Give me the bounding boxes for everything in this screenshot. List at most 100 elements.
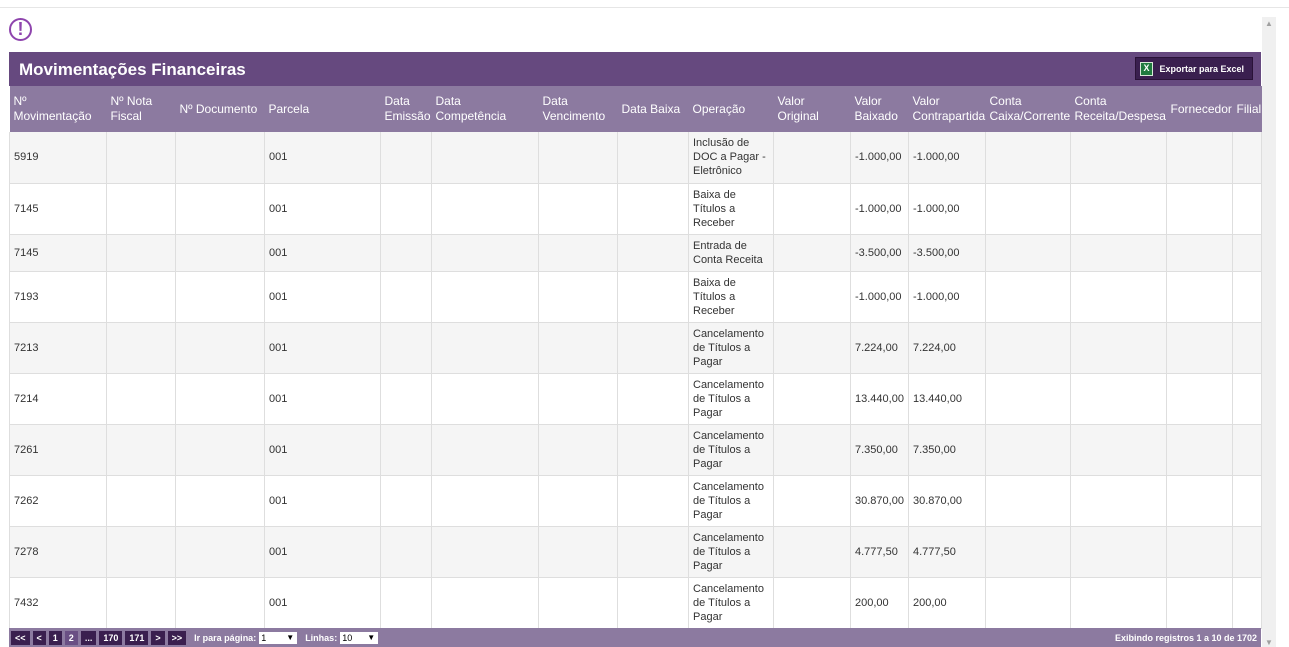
movements-table: Nº Movimentação Nº Nota Fiscal Nº Docume…	[9, 86, 1262, 629]
prev-page-button[interactable]: <	[32, 630, 46, 645]
cell-data-competencia	[431, 322, 539, 374]
next-page-button[interactable]: >	[151, 630, 165, 645]
cell-valor-original	[773, 475, 851, 527]
cell-filial	[1232, 475, 1262, 527]
cell-data-emissao	[380, 577, 432, 629]
table-header-row: Nº Movimentação Nº Nota Fiscal Nº Docume…	[9, 86, 1262, 132]
cell-conta-receita	[1070, 234, 1167, 272]
table-row[interactable]: 7261 001 Cancelamento de Títulos a Pagar 7.…	[9, 424, 1262, 476]
table-row[interactable]: 7262 001 Cancelamento de Títulos a Pagar 30…	[9, 475, 1262, 527]
export-excel-button[interactable]: Exportar para Excel	[1135, 57, 1253, 80]
cell-conta-caixa	[985, 234, 1071, 272]
table-row[interactable]: 7432 001 Cancelamento de Títulos a Pagar 20…	[9, 577, 1262, 629]
cell-valor-baixado: 4.777,50	[850, 526, 909, 578]
column-header[interactable]: Valor Original	[773, 86, 851, 132]
records-info: Exibindo registros 1 a 10 de 1702	[1114, 632, 1257, 643]
cell-filial	[1232, 526, 1262, 578]
cell-parcela: 001	[264, 577, 381, 629]
table-row[interactable]: 5919 001 Inclusão de DOC a Pagar - Eletrôn…	[9, 132, 1262, 184]
column-header[interactable]: Data Vencimento	[538, 86, 618, 132]
vertical-scrollbar[interactable]: ▲ ▼	[1262, 17, 1276, 647]
table-row[interactable]: 7213 001 Cancelamento de Títulos a Pagar 7.…	[9, 322, 1262, 374]
chevron-down-icon: ▼	[286, 632, 295, 642]
cell-fornecedor	[1166, 183, 1233, 235]
cell-data-vencimento	[538, 526, 618, 578]
cell-data-competencia	[431, 373, 539, 425]
cell-fornecedor	[1166, 424, 1233, 476]
cell-data-vencimento	[538, 183, 618, 235]
cell-documento	[175, 271, 265, 323]
column-header[interactable]: Valor Contrapartida	[908, 86, 986, 132]
cell-documento	[175, 577, 265, 629]
goto-page-select[interactable]: 1 ▼	[259, 631, 298, 644]
column-header[interactable]: Nº Documento	[175, 86, 265, 132]
top-divider	[0, 7, 1289, 8]
cell-documento	[175, 373, 265, 425]
cell-valor-original	[773, 322, 851, 374]
table-row[interactable]: 7278 001 Cancelamento de Títulos a Pagar 4.…	[9, 526, 1262, 578]
cell-operacao: Cancelamento de Títulos a Pagar	[688, 322, 774, 374]
page-2-button[interactable]: 2	[64, 630, 78, 645]
cell-operacao: Baixa de Títulos a Receber	[688, 183, 774, 235]
column-header[interactable]: Data Competência	[431, 86, 539, 132]
chevron-down-icon: ▼	[367, 632, 376, 642]
cell-conta-receita	[1070, 577, 1167, 629]
cell-filial	[1232, 424, 1262, 476]
table-row[interactable]: 7145 001 Entrada de Conta Receita -3.500,00…	[9, 234, 1262, 272]
lines-select[interactable]: 10 ▼	[340, 631, 379, 644]
cell-operacao: Baixa de Títulos a Receber	[688, 271, 774, 323]
column-header[interactable]: Data Emissão	[380, 86, 432, 132]
cell-parcela: 001	[264, 234, 381, 272]
cell-fornecedor	[1166, 373, 1233, 425]
scroll-up-icon[interactable]: ▲	[1265, 19, 1273, 28]
cell-fornecedor	[1166, 234, 1233, 272]
cell-fornecedor	[1166, 526, 1233, 578]
column-header[interactable]: Nº Movimentação	[9, 86, 107, 132]
column-header[interactable]: Operação	[688, 86, 774, 132]
cell-valor-original	[773, 183, 851, 235]
cell-valor-original	[773, 234, 851, 272]
cell-filial	[1232, 234, 1262, 272]
column-header[interactable]: Data Baixa	[617, 86, 689, 132]
cell-valor-baixado: 7.224,00	[850, 322, 909, 374]
scroll-down-icon[interactable]: ▼	[1265, 638, 1273, 647]
cell-nota-fiscal	[106, 132, 176, 184]
table-row[interactable]: 7145 001 Baixa de Títulos a Receber -1.000,…	[9, 183, 1262, 235]
page-170-button[interactable]: 170	[99, 630, 123, 645]
cell-conta-caixa	[985, 271, 1071, 323]
cell-filial	[1232, 322, 1262, 374]
table-row[interactable]: 7214 001 Cancelamento de Títulos a Pagar 13…	[9, 373, 1262, 425]
cell-filial	[1232, 271, 1262, 323]
column-header[interactable]: Conta Receita/Despesa	[1070, 86, 1167, 132]
cell-parcela: 001	[264, 526, 381, 578]
cell-conta-caixa	[985, 322, 1071, 374]
column-header[interactable]: Filial	[1232, 86, 1262, 132]
cell-data-baixa	[617, 322, 689, 374]
column-header[interactable]: Parcela	[264, 86, 381, 132]
last-page-button[interactable]: >>	[167, 630, 187, 645]
cell-conta-caixa	[985, 183, 1071, 235]
cell-conta-receita	[1070, 475, 1167, 527]
column-header[interactable]: Conta Caixa/Corrente	[985, 86, 1071, 132]
cell-movimentacao: 7214	[9, 373, 107, 425]
cell-valor-contrapartida: 4.777,50	[908, 526, 986, 578]
cell-valor-original	[773, 577, 851, 629]
cell-data-emissao	[380, 526, 432, 578]
cell-valor-contrapartida: -1.000,00	[908, 132, 986, 184]
column-header[interactable]: Valor Baixado	[850, 86, 909, 132]
goto-page-label: Ir para página:	[194, 632, 257, 643]
cell-parcela: 001	[264, 424, 381, 476]
cell-nota-fiscal	[106, 526, 176, 578]
column-header[interactable]: Nº Nota Fiscal	[106, 86, 176, 132]
alert-icon[interactable]: !	[9, 18, 32, 41]
first-page-button[interactable]: <<	[11, 630, 30, 645]
cell-valor-baixado: 13.440,00	[850, 373, 909, 425]
cell-data-emissao	[380, 322, 432, 374]
cell-fornecedor	[1166, 132, 1233, 184]
cell-valor-baixado: 30.870,00	[850, 475, 909, 527]
page-1-button[interactable]: 1	[48, 630, 62, 645]
cell-conta-receita	[1070, 373, 1167, 425]
page-171-button[interactable]: 171	[125, 630, 149, 645]
column-header[interactable]: Fornecedor	[1166, 86, 1233, 132]
table-row[interactable]: 7193 001 Baixa de Títulos a Receber -1.000,…	[9, 271, 1262, 323]
